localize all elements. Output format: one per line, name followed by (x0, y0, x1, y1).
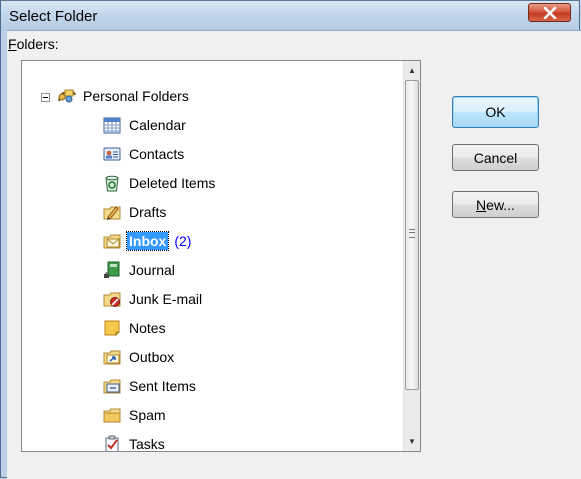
folder-icon (103, 406, 121, 424)
tree-item-label: Sent Items (129, 378, 196, 394)
collapse-toggle[interactable] (41, 93, 50, 102)
deleted-items-icon (103, 174, 121, 192)
window-title: Select Folder (9, 8, 98, 25)
cancel-button[interactable]: Cancel (452, 144, 539, 171)
personal-folders-icon (57, 87, 76, 105)
close-button[interactable] (528, 3, 571, 22)
journal-icon (103, 261, 121, 279)
tree-item-label: Junk E-mail (129, 291, 203, 307)
tree-item-tasks[interactable]: Tasks (103, 431, 167, 452)
tree-item-label: Spam (129, 407, 166, 423)
drafts-icon (103, 203, 121, 221)
tree-item-deleted-items[interactable]: Deleted Items (103, 170, 217, 196)
contacts-icon (103, 145, 121, 163)
tree-item-junk-e-mail[interactable]: Junk E-mail (103, 286, 204, 312)
outbox-icon (103, 348, 121, 366)
tree-item-label: Tasks (129, 436, 165, 452)
tree-item-label: Contacts (129, 146, 185, 162)
title-bar[interactable]: Select Folder (1, 1, 579, 31)
folders-accesskey: F (8, 36, 17, 52)
folders-label: Folders: (8, 36, 59, 52)
calendar-icon (103, 116, 121, 134)
ok-button[interactable]: OK (452, 96, 539, 128)
tree-item-journal[interactable]: Journal (103, 257, 177, 283)
tree-item-label: Drafts (129, 204, 167, 220)
tree-item-spam[interactable]: Spam (103, 402, 168, 428)
tree-item-label: Deleted Items (129, 175, 216, 191)
new-folder-button[interactable]: New... (452, 191, 539, 218)
tree-item-contacts[interactable]: Contacts (103, 141, 186, 167)
tree-item-drafts[interactable]: Drafts (103, 199, 168, 225)
tree-item-sent-items[interactable]: Sent Items (103, 373, 198, 399)
tree-item-label: Outbox (129, 349, 175, 365)
sent-items-icon (103, 377, 121, 395)
tree-item-label: Personal Folders (83, 88, 189, 104)
new-button-label: ew... (486, 196, 515, 213)
tree-item-label: Calendar (129, 117, 186, 133)
tasks-icon (103, 435, 121, 451)
tree-item-notes[interactable]: Notes (103, 315, 168, 341)
vertical-scrollbar[interactable]: ▲ ▼ (403, 61, 420, 451)
tree-item-label: Journal (129, 262, 175, 278)
tree-item-inbox[interactable]: Inbox (2) (103, 228, 191, 254)
scrollbar-thumb[interactable] (405, 80, 419, 390)
folders-label-text: olders: (16, 36, 59, 52)
notes-icon (103, 319, 121, 337)
new-accesskey: N (476, 196, 487, 213)
inbox-icon (103, 232, 121, 250)
tree-item-label: Inbox (125, 231, 170, 251)
tree-item-outbox[interactable]: Outbox (103, 344, 176, 370)
tree-item-personal-folders[interactable]: Personal Folders (57, 83, 191, 109)
tree-item-label: Notes (129, 320, 166, 336)
folder-tree[interactable]: Personal Folders Calendar Contacts Deleted… (21, 60, 421, 452)
tree-item-calendar[interactable]: Calendar (103, 112, 188, 138)
unread-count: (2) (174, 233, 192, 249)
scroll-up-button[interactable]: ▲ (404, 62, 420, 79)
scroll-down-button[interactable]: ▼ (404, 433, 420, 450)
junk-email-icon (103, 290, 121, 308)
close-icon (543, 6, 556, 19)
scrollbar-grip-icon (409, 229, 415, 238)
